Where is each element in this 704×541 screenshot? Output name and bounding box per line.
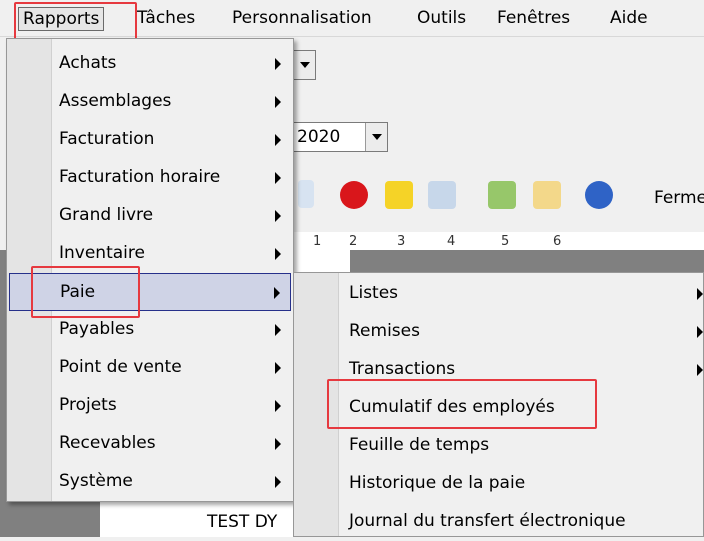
highlight-cumulatif (327, 379, 597, 429)
menu-aide[interactable]: Aide (606, 7, 652, 29)
submenu-arrow-icon (275, 248, 281, 260)
menu-fenetres[interactable]: Fenêtres (493, 7, 574, 29)
submenu-arrow-icon (697, 364, 703, 376)
menu-outils[interactable]: Outils (413, 7, 470, 29)
help-icon[interactable] (585, 181, 613, 209)
export-icon[interactable] (488, 181, 516, 209)
submenu-arrow-icon (275, 172, 281, 184)
lightning-icon[interactable] (385, 181, 413, 209)
submenu-arrow-icon (275, 134, 281, 146)
submenu-arrow-icon (275, 438, 281, 450)
highlight-paie (31, 266, 140, 318)
submenu-arrow-icon (275, 476, 281, 488)
submenu-arrow-icon (275, 324, 281, 336)
menu-item-facturation[interactable]: Facturation (9, 121, 291, 159)
submenu-item-feuille-de-temps[interactable]: Feuille de temps (296, 427, 701, 465)
submenu-arrow-icon (697, 288, 703, 300)
submenu-arrow-icon (275, 96, 281, 108)
menu-item-point-de-vente[interactable]: Point de vente (9, 349, 291, 387)
menu-item-projets[interactable]: Projets (9, 387, 291, 425)
submenu-item-remises[interactable]: Remises (296, 313, 703, 351)
tools-icon[interactable] (428, 181, 456, 209)
close-button[interactable]: Ferme (654, 188, 704, 208)
stop-icon[interactable] (340, 181, 368, 209)
email-icon[interactable] (533, 181, 561, 209)
menu-item-systeme[interactable]: Système (9, 463, 291, 501)
submenu-arrow-icon (274, 287, 280, 299)
submenu-arrow-icon (275, 58, 281, 70)
submenu-item-historique-de-la-paie[interactable]: Historique de la paie (296, 465, 701, 503)
submenu-arrow-icon (275, 210, 281, 222)
menu-taches[interactable]: Tâches (133, 7, 199, 29)
submenu-arrow-icon (275, 362, 281, 374)
menu-item-achats[interactable]: Achats (9, 45, 291, 83)
highlight-rapports (14, 2, 137, 42)
submenu-arrow-icon (697, 326, 703, 338)
menu-item-facturation-horaire[interactable]: Facturation horaire (9, 159, 291, 197)
menu-item-assemblages[interactable]: Assemblages (9, 83, 291, 121)
submenu-item-listes[interactable]: Listes (296, 275, 703, 313)
ruler: 1 2 3 4 5 6 (293, 232, 704, 250)
menu-personnalisation[interactable]: Personnalisation (228, 7, 376, 29)
document-text: TEST DY (207, 512, 278, 532)
menu-item-grand-livre[interactable]: Grand livre (9, 197, 291, 235)
chevron-down-icon[interactable] (293, 51, 315, 79)
calendar-icon[interactable] (298, 180, 314, 208)
chevron-down-icon[interactable] (365, 123, 387, 151)
submenu-item-journal-transfert[interactable]: Journal du transfert électronique (296, 503, 701, 541)
submenu-arrow-icon (275, 400, 281, 412)
menu-item-recevables[interactable]: Recevables (9, 425, 291, 463)
